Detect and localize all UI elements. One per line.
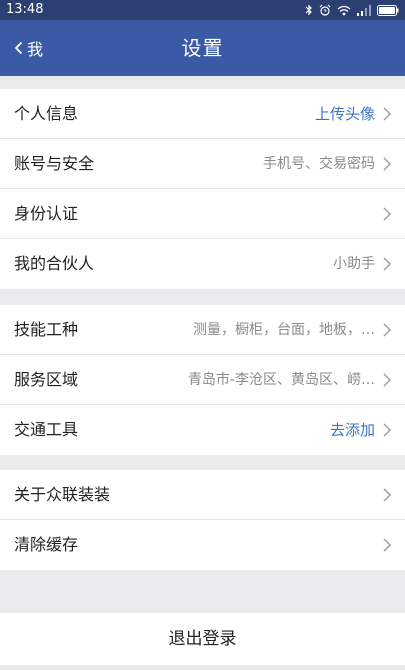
row-value: 小助手: [333, 256, 375, 272]
status-time: 13:48: [6, 2, 44, 17]
settings-group-app: 关于众联装装 清除缓存: [0, 470, 405, 570]
page-title: 设置: [181, 36, 224, 60]
back-button[interactable]: 我: [14, 20, 43, 76]
chevron-right-icon: [383, 107, 391, 121]
row-label: 身份认证: [14, 204, 79, 223]
row-skills[interactable]: 技能工种 测量，橱柜，台面，地板，…: [0, 305, 405, 355]
row-value: 手机号、交易密码: [263, 156, 375, 172]
row-value: 去添加: [329, 421, 375, 439]
row-label: 关于众联装装: [14, 485, 111, 504]
row-service-area[interactable]: 服务区域 青岛市-李沧区、黄岛区、崂…: [0, 355, 405, 405]
row-account-security[interactable]: 账号与安全 手机号、交易密码: [0, 139, 405, 189]
chevron-right-icon: [383, 373, 391, 387]
row-personal-info[interactable]: 个人信息 上传头像: [0, 89, 405, 139]
chevron-right-icon: [383, 157, 391, 171]
row-identity-verification[interactable]: 身份认证: [0, 189, 405, 239]
row-label: 个人信息: [14, 104, 79, 123]
row-label: 服务区域: [14, 370, 79, 389]
row-value: 青岛市-李沧区、黄岛区、崂…: [187, 372, 375, 388]
bluetooth-icon: [305, 4, 313, 16]
row-label: 账号与安全: [14, 154, 95, 173]
chevron-right-icon: [383, 488, 391, 502]
row-label: 交通工具: [14, 420, 79, 439]
battery-icon: [377, 4, 399, 16]
row-value: 测量，橱柜，台面，地板，…: [193, 322, 375, 338]
chevron-right-icon: [383, 423, 391, 437]
back-label: 我: [27, 40, 44, 59]
nav-bar: 设置 我: [0, 20, 405, 76]
row-label: 清除缓存: [14, 535, 79, 554]
alarm-icon: [319, 4, 331, 16]
status-icons: [305, 0, 399, 20]
row-label: 技能工种: [14, 320, 79, 339]
chevron-right-icon: [383, 323, 391, 337]
row-clear-cache[interactable]: 清除缓存: [0, 520, 405, 570]
chevron-left-icon: [14, 41, 23, 55]
chevron-right-icon: [383, 538, 391, 552]
wifi-icon: [337, 5, 351, 16]
row-label: 我的合伙人: [14, 254, 95, 273]
row-transport[interactable]: 交通工具 去添加: [0, 405, 405, 455]
logout-button[interactable]: 退出登录: [0, 613, 405, 665]
settings-group-work: 技能工种 测量，橱柜，台面，地板，… 服务区域 青岛市-李沧区、黄岛区、崂… 交…: [0, 305, 405, 455]
chevron-right-icon: [383, 257, 391, 271]
status-bar: 13:48: [0, 0, 405, 20]
row-my-partner[interactable]: 我的合伙人 小助手: [0, 239, 405, 289]
settings-group-account: 个人信息 上传头像 账号与安全 手机号、交易密码 身份认证 我的合伙人 小助手: [0, 89, 405, 289]
chevron-right-icon: [383, 207, 391, 221]
signal-icon: [357, 4, 371, 16]
row-about[interactable]: 关于众联装装: [0, 470, 405, 520]
row-value: 上传头像: [314, 105, 375, 123]
